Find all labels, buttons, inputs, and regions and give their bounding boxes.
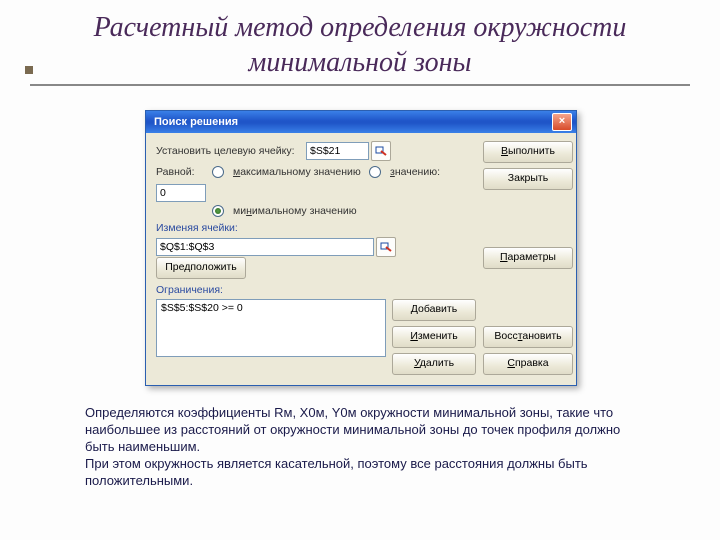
target-cell-input[interactable] [306, 142, 369, 160]
dialog-left-panel: Установить целевую ячейку: Равной: ммакс… [156, 141, 477, 375]
description-p1: Определяются коэффициенты Rм, X0м, Y0м о… [85, 405, 645, 456]
dialog-body: Установить целевую ячейку: Равной: ммакс… [146, 133, 576, 385]
value-input[interactable] [156, 184, 206, 202]
dialog-right-panel: Выполнить Закрыть Параметры Восстановить… [477, 141, 568, 375]
help-button[interactable]: Справка [483, 353, 573, 375]
opt-max-label: ммаксимальному значениюаксимальному знач… [233, 166, 363, 178]
slide-bullet [25, 66, 33, 74]
close-icon[interactable]: × [552, 113, 572, 131]
constraints-label: Ограничения: [156, 284, 477, 296]
description-p2: При этом окружность является касательной… [85, 456, 645, 490]
run-button[interactable]: Выполнить [483, 141, 573, 163]
close-button[interactable]: Закрыть [483, 168, 573, 190]
ref-picker-icon[interactable] [371, 141, 391, 161]
changing-cells-input[interactable] [156, 238, 374, 256]
radio-value[interactable] [369, 166, 381, 178]
params-button[interactable]: Параметры [483, 247, 573, 269]
slide-title: Расчетный метод определения окружности м… [0, 0, 720, 80]
title-divider [30, 84, 690, 86]
dialog-title: Поиск решения [154, 116, 552, 128]
add-button[interactable]: Добавить [392, 299, 476, 321]
edit-button[interactable]: Изменить [392, 326, 476, 348]
restore-button[interactable]: Восстановить [483, 326, 573, 348]
solver-dialog: Поиск решения × Установить целевую ячейк… [145, 110, 577, 386]
constraints-list[interactable]: $S$5:$S$20 >= 0 [156, 299, 386, 357]
delete-button[interactable]: Удалить [392, 353, 476, 375]
target-cell-label: Установить целевую ячейку: [156, 145, 306, 157]
description-text: Определяются коэффициенты Rм, X0м, Y0м о… [85, 405, 645, 489]
changing-cells-label: Изменяя ячейки: [156, 222, 477, 234]
radio-max[interactable] [212, 166, 224, 178]
opt-value-label: значению: [390, 166, 445, 178]
ref-picker-icon-2[interactable] [376, 237, 396, 257]
equal-label: Равной: [156, 166, 206, 178]
dialog-titlebar[interactable]: Поиск решения × [146, 111, 576, 133]
opt-min-label: минимальному значению [233, 205, 357, 217]
radio-min[interactable] [212, 205, 224, 217]
suggest-button[interactable]: Предположить [156, 257, 246, 279]
